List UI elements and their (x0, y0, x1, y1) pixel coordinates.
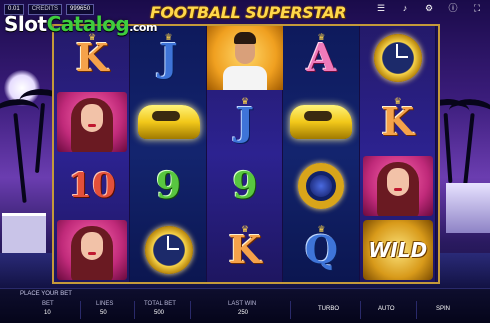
watermark-catalog: Catalog (46, 12, 130, 36)
symbol-label: K (228, 227, 262, 272)
bottom-bar: PLACE YOUR BET BET 10 LINES 50 TOTAL BET… (0, 288, 490, 323)
woman-portrait-icon (57, 92, 128, 152)
game-title: FOOTBALL SUPERSTAR (150, 3, 346, 22)
woman-portrait-icon (57, 220, 128, 280)
reel: A ♛ Q ♛ (283, 26, 360, 282)
symbol-wild: WILD (360, 218, 436, 282)
watermark-slot: Slot (4, 12, 47, 36)
top-icons: ☰ ♪ ⚙ ⓘ ⛶ (376, 3, 482, 13)
crown-icon: ♛ (240, 224, 250, 234)
football-player-icon (206, 26, 283, 90)
crown-icon: ♛ (393, 96, 402, 106)
spin-button[interactable]: SPIN (436, 306, 450, 312)
symbol-watch (360, 26, 436, 90)
place-your-bet-text: PLACE YOUR BET (20, 291, 72, 297)
turbo-button[interactable]: TURBO (318, 306, 339, 312)
sports-car-icon (290, 105, 353, 139)
symbol-label: J (236, 99, 254, 144)
palm-tree (34, 102, 46, 174)
last-win-label: LAST WIN (228, 301, 257, 307)
symbol-q: Q ♛ (283, 218, 359, 282)
symbol-a: A ♛ (283, 26, 359, 90)
symbol-label: K (381, 99, 415, 144)
fullscreen-icon[interactable]: ⛶ (472, 3, 482, 13)
symbol-watch (130, 218, 206, 282)
bet-label: BET (42, 301, 54, 307)
lines-label: LINES (96, 301, 114, 307)
auto-button[interactable]: AUTO (378, 306, 395, 312)
lines-value[interactable]: 50 (100, 310, 107, 316)
villa-right (446, 183, 490, 233)
divider (360, 301, 361, 319)
sports-car-icon (137, 105, 200, 139)
palm-tree (13, 113, 27, 203)
crown-icon: ♛ (240, 96, 250, 106)
symbol-car (130, 90, 206, 154)
symbol-label: K (75, 35, 109, 80)
gold-watch-icon (144, 226, 193, 274)
woman-portrait-icon (362, 156, 433, 216)
divider (416, 301, 417, 319)
divider (80, 301, 81, 319)
watermark-com: .com (129, 21, 157, 34)
symbol-label: 9 (156, 165, 182, 207)
settings-icon[interactable]: ⚙ (424, 3, 434, 13)
gold-watch-icon (373, 34, 422, 82)
symbol-k: K ♛ (360, 90, 436, 154)
divider (190, 301, 191, 319)
symbol-woman (54, 218, 130, 282)
bet-value[interactable]: 10 (44, 310, 51, 316)
reel: J ♛ 9 (130, 26, 207, 282)
symbol-10: 10 (54, 154, 130, 218)
crown-icon: ♛ (317, 224, 326, 234)
total-bet-value: 500 (154, 310, 165, 316)
symbol-j: J ♛ (207, 90, 283, 154)
symbol-woman (360, 154, 436, 218)
symbol-car (283, 90, 359, 154)
symbol-player (206, 26, 283, 90)
info-icon[interactable]: ⓘ (448, 3, 458, 13)
symbol-k: K ♛ (207, 218, 283, 282)
watermark-logo: SlotCatalog.com (4, 12, 157, 36)
gold-ring-icon (298, 163, 345, 209)
crown-icon: ♛ (164, 32, 173, 42)
symbol-label: 9 (232, 165, 258, 207)
menu-icon[interactable]: ☰ (376, 3, 386, 13)
symbol-label: J (159, 35, 178, 80)
divider (134, 301, 135, 319)
last-win-value: 250 (238, 310, 249, 316)
reel: K ♛ 10 (54, 26, 131, 282)
reels-frame: K ♛ 10 J ♛ 9 J ♛ 9 K ♛ A ♛ Q ♛ K ♛ WILD (52, 24, 440, 284)
sound-icon[interactable]: ♪ (400, 3, 410, 13)
crown-icon: ♛ (317, 32, 326, 42)
symbol-woman (54, 90, 130, 154)
palm-tree (443, 112, 453, 184)
symbol-ring (283, 154, 359, 218)
symbol-label: A (306, 35, 337, 80)
symbol-9: 9 (207, 154, 283, 218)
reel: K ♛ WILD (359, 26, 436, 282)
symbol-9: 9 (130, 154, 206, 218)
symbol-label: 10 (68, 166, 116, 206)
wild-badge: WILD (362, 220, 433, 280)
villa-left (2, 213, 46, 253)
symbol-label: Q (304, 227, 338, 272)
wild-label: WILD (368, 238, 428, 262)
reel: J ♛ 9 K ♛ (206, 26, 284, 282)
total-bet-label: TOTAL BET (144, 301, 176, 307)
divider (290, 301, 291, 319)
